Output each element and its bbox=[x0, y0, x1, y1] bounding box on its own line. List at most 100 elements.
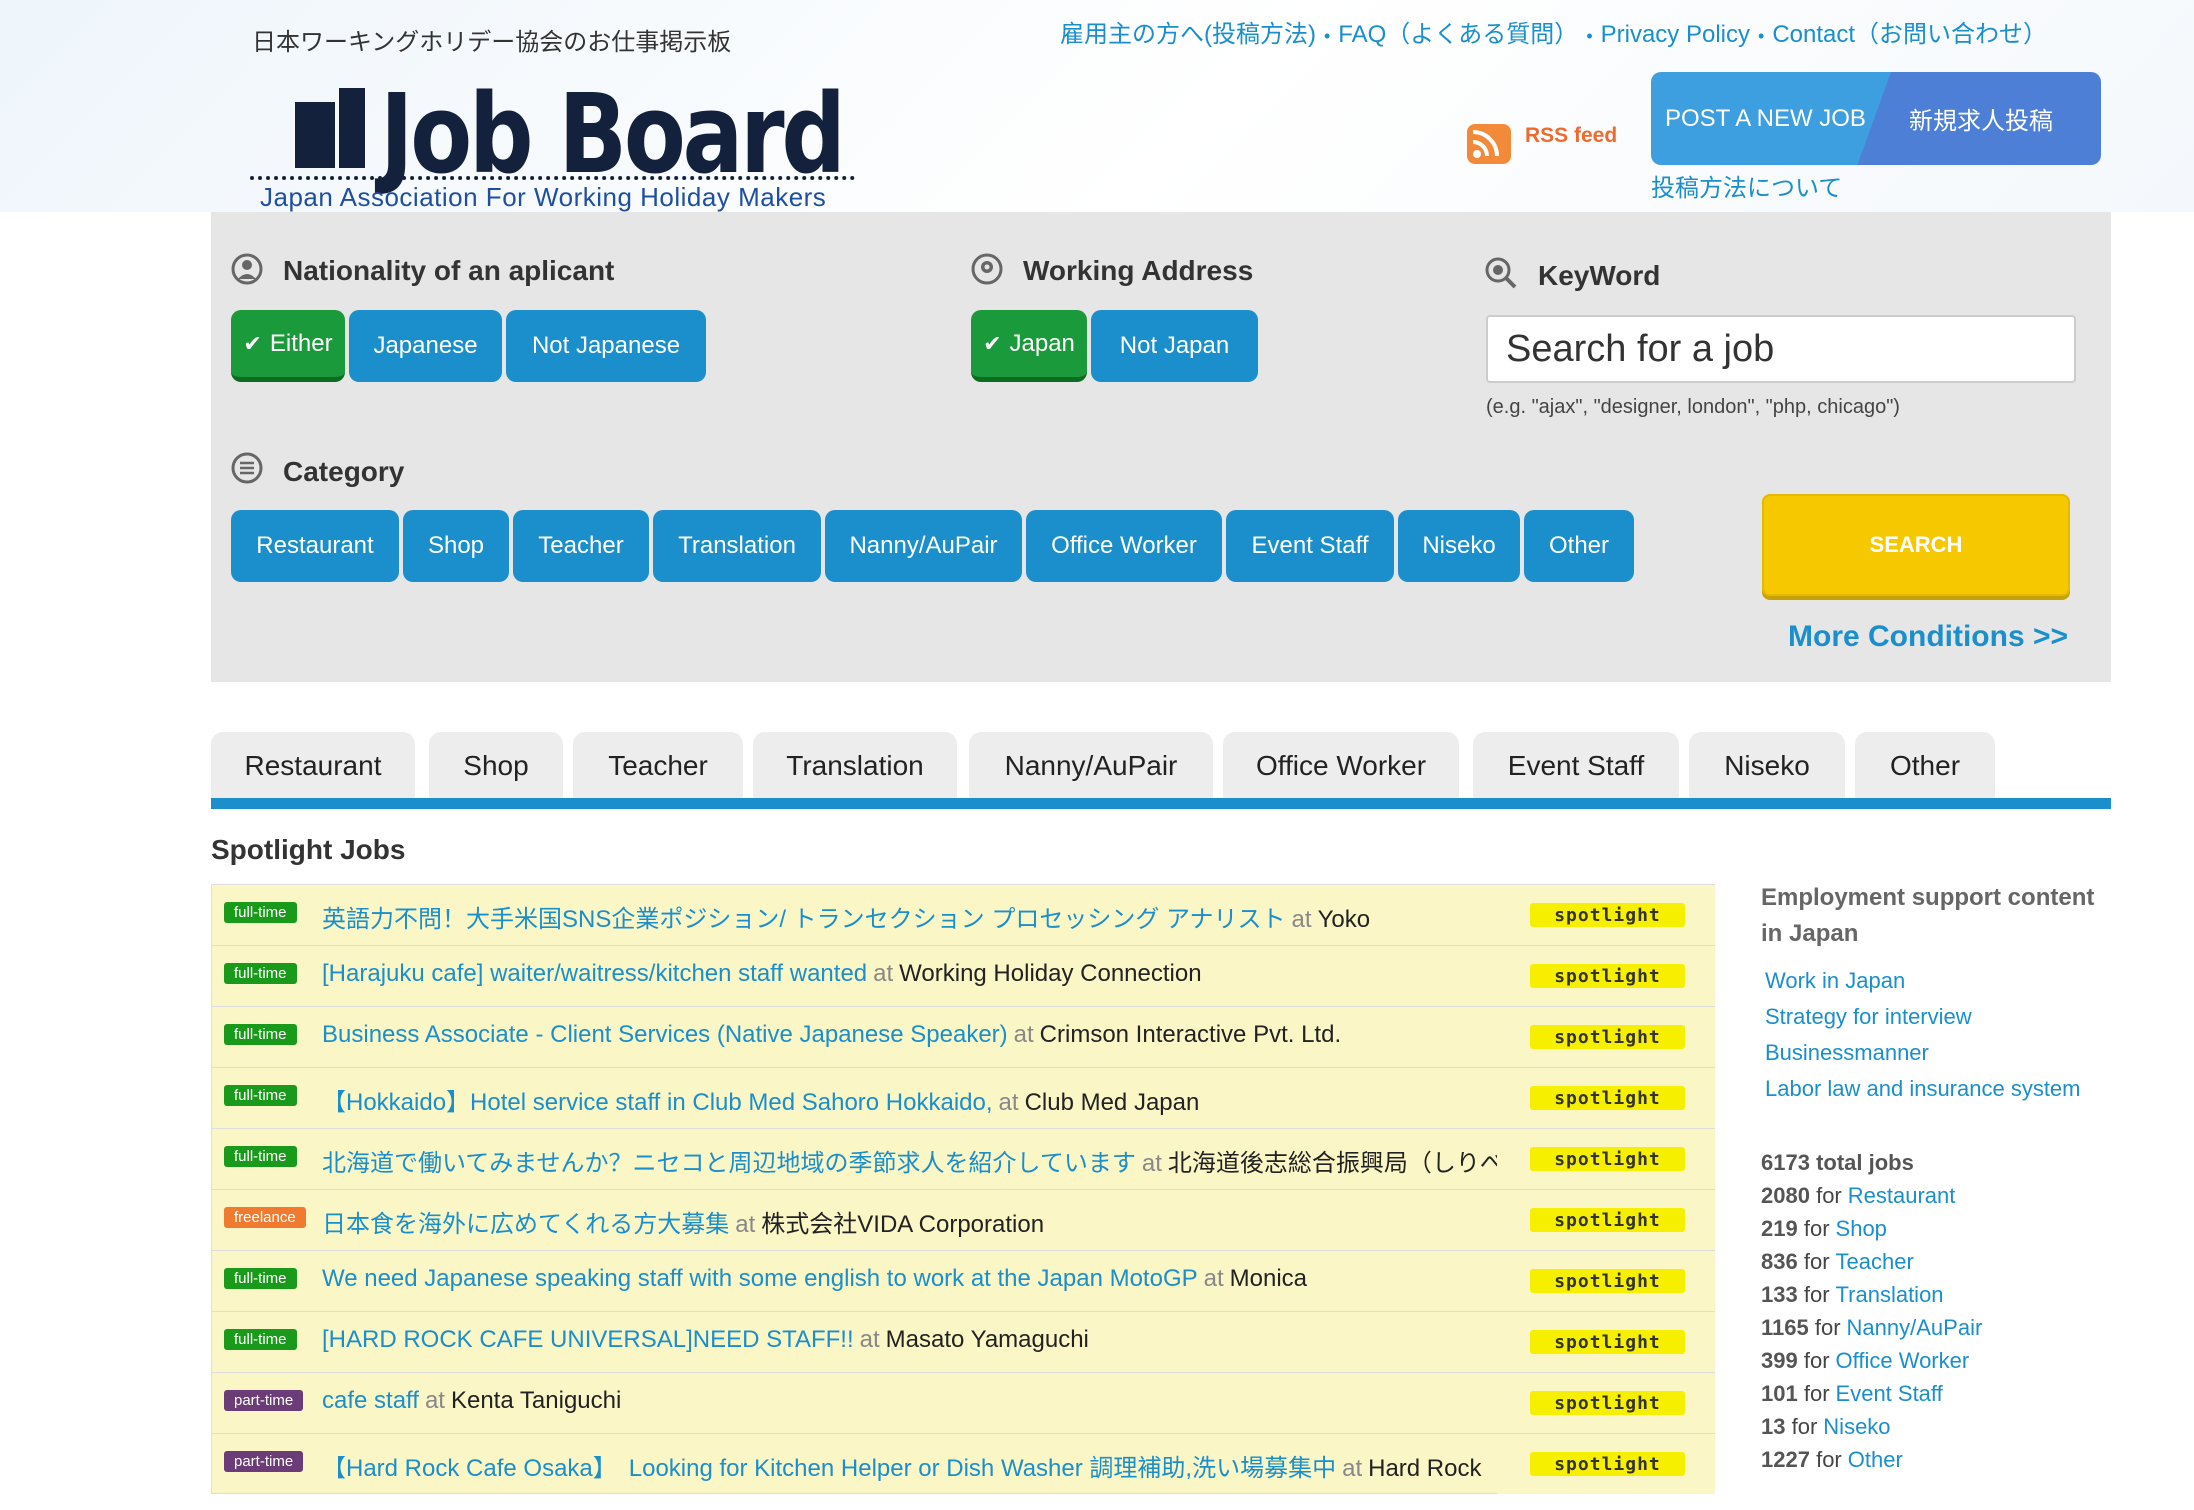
count-category-link[interactable]: Event Staff bbox=[1836, 1381, 1943, 1406]
howto-link[interactable]: 投稿方法について bbox=[1651, 168, 1842, 203]
job-title-link[interactable]: [HARD ROCK CAFE UNIVERSAL]NEED STAFF!! bbox=[322, 1326, 854, 1353]
count-value: 133 bbox=[1761, 1282, 1798, 1307]
nationality-either-button[interactable]: ✔ Either bbox=[231, 310, 345, 382]
count-category-link[interactable]: Nanny/AuPair bbox=[1847, 1315, 1983, 1340]
category-office-worker-button[interactable]: Office Worker bbox=[1026, 510, 1222, 582]
count-value: 1227 bbox=[1761, 1447, 1810, 1472]
count-category-link[interactable]: Niseko bbox=[1823, 1414, 1890, 1439]
nationality-title: Nationality of an aplicant bbox=[283, 255, 615, 286]
site-logo[interactable]: Job Board Japan Association For Working … bbox=[250, 70, 855, 213]
tab-other[interactable]: Other bbox=[1855, 732, 1995, 800]
location-pin-icon bbox=[971, 253, 1003, 285]
more-conditions-link[interactable]: More Conditions >> bbox=[1788, 620, 2068, 654]
spotlight-badge: spotlight bbox=[1530, 903, 1685, 927]
count-category-link[interactable]: Office Worker bbox=[1836, 1348, 1970, 1373]
count-value: 2080 bbox=[1761, 1183, 1810, 1208]
sidebar-link-businessmanner[interactable]: Businessmanner bbox=[1765, 1035, 2081, 1071]
tab-restaurant[interactable]: Restaurant bbox=[211, 732, 415, 800]
count-row: 13 for Niseko bbox=[1761, 1410, 1982, 1443]
faq-link[interactable]: FAQ（よくある質問） bbox=[1338, 21, 1578, 48]
at-label: at bbox=[859, 1326, 880, 1353]
job-title-link[interactable]: We need Japanese speaking staff with som… bbox=[322, 1265, 1198, 1292]
for-label: for bbox=[1803, 1216, 1830, 1241]
count-row: 2080 for Restaurant bbox=[1761, 1179, 1982, 1212]
job-title-link[interactable]: 日本食を海外に広めてくれる方大募集 bbox=[322, 1211, 729, 1238]
spotlight-title: Spotlight Jobs bbox=[211, 834, 406, 865]
job-company: Monica bbox=[1229, 1265, 1308, 1292]
count-row: 219 for Shop bbox=[1761, 1212, 1982, 1245]
category-event-staff-button[interactable]: Event Staff bbox=[1226, 510, 1394, 582]
tab-shop[interactable]: Shop bbox=[429, 732, 563, 800]
job-row: full-time 北海道で働いてみませんか？ニセコと周辺地域の季節求人を紹介し… bbox=[211, 1128, 1715, 1189]
category-niseko-button[interactable]: Niseko bbox=[1398, 510, 1520, 582]
job-type-badge: full-time bbox=[224, 1268, 297, 1289]
tab-office-worker[interactable]: Office Worker bbox=[1223, 732, 1459, 800]
sidebar-link-labor-law[interactable]: Labor law and insurance system bbox=[1765, 1071, 2081, 1107]
job-title-link[interactable]: 北海道で働いてみませんか？ニセコと周辺地域の季節求人を紹介しています bbox=[322, 1150, 1136, 1177]
job-title-link[interactable]: [Harajuku cafe] waiter/waitress/kitchen … bbox=[322, 960, 867, 987]
logo-divider bbox=[250, 176, 855, 180]
count-row: 836 for Teacher bbox=[1761, 1245, 1982, 1278]
count-row: 133 for Translation bbox=[1761, 1278, 1982, 1311]
contact-link[interactable]: Contact（お問い合わせ） bbox=[1772, 21, 2047, 48]
rss-feed-link[interactable]: RSS feed bbox=[1465, 118, 1617, 168]
job-company: Hard Rock bbox=[1368, 1455, 1482, 1482]
sidebar-link-interview[interactable]: Strategy for interview bbox=[1765, 999, 2081, 1035]
check-icon: ✔ bbox=[243, 330, 262, 356]
address-japan-button[interactable]: ✔ Japan bbox=[971, 310, 1087, 382]
job-company: Yoko bbox=[1317, 906, 1371, 933]
job-row: freelance 日本食を海外に広めてくれる方大募集 at 株式会社VIDA Co… bbox=[211, 1189, 1715, 1250]
privacy-link[interactable]: Privacy Policy bbox=[1601, 21, 1750, 48]
job-title-link[interactable]: 英語力不問！大手米国SNS企業ポジション/ トランセクション プロセッシング ア… bbox=[322, 906, 1286, 933]
job-title-link[interactable]: Business Associate - Client Services (Na… bbox=[322, 1021, 1008, 1048]
spotlight-list: full-time 英語力不問！大手米国SNS企業ポジション/ トランセクション… bbox=[211, 884, 1715, 1494]
option-label: Japan bbox=[1009, 329, 1075, 357]
category-other-button[interactable]: Other bbox=[1524, 510, 1634, 582]
count-value: 219 bbox=[1761, 1216, 1798, 1241]
job-title-link[interactable]: 【Hokkaido】Hotel service staff in Club Me… bbox=[322, 1089, 993, 1116]
count-category-link[interactable]: Restaurant bbox=[1848, 1183, 1956, 1208]
category-teacher-button[interactable]: Teacher bbox=[513, 510, 649, 582]
for-label: for bbox=[1803, 1381, 1830, 1406]
category-restaurant-button[interactable]: Restaurant bbox=[231, 510, 399, 582]
count-row: 399 for Office Worker bbox=[1761, 1344, 1982, 1377]
tab-teacher[interactable]: Teacher bbox=[573, 732, 743, 800]
count-category-link[interactable]: Other bbox=[1848, 1447, 1903, 1472]
at-label: at bbox=[998, 1089, 1019, 1116]
keyword-search-input[interactable]: Search for a job bbox=[1486, 315, 2076, 383]
post-new-job-button[interactable]: POST A NEW JOB 新規求人投稿 bbox=[1651, 72, 2101, 165]
address-not-japan-button[interactable]: Not Japan bbox=[1091, 310, 1258, 382]
count-category-link[interactable]: Translation bbox=[1836, 1282, 1944, 1307]
count-category-link[interactable]: Teacher bbox=[1836, 1249, 1914, 1274]
check-icon: ✔ bbox=[983, 330, 1002, 356]
job-type-badge: part-time bbox=[224, 1390, 304, 1411]
job-row: full-time Business Associate - Client Se… bbox=[211, 1006, 1715, 1067]
tab-translation[interactable]: Translation bbox=[753, 732, 957, 800]
nationality-japanese-button[interactable]: Japanese bbox=[349, 310, 502, 382]
nationality-not-japanese-button[interactable]: Not Japanese bbox=[506, 310, 706, 382]
count-value: 399 bbox=[1761, 1348, 1798, 1373]
job-type-badge: full-time bbox=[224, 1329, 297, 1350]
category-title: Category bbox=[283, 456, 405, 487]
search-button[interactable]: SEARCH bbox=[1762, 494, 2070, 596]
person-icon bbox=[231, 253, 263, 285]
at-label: at bbox=[873, 960, 894, 987]
sidebar-link-work-in-japan[interactable]: Work in Japan bbox=[1765, 963, 2081, 999]
separator: • bbox=[1758, 26, 1765, 46]
category-nanny-button[interactable]: Nanny/AuPair bbox=[825, 510, 1022, 582]
job-title-link[interactable]: 【Hard Rock Cafe Osaka】 Looking for Kitch… bbox=[322, 1455, 1336, 1482]
job-row: part-time cafe staff at Kenta Taniguchi sp… bbox=[211, 1372, 1715, 1433]
category-shop-button[interactable]: Shop bbox=[403, 510, 509, 582]
at-label: at bbox=[1291, 906, 1312, 933]
tab-event-staff[interactable]: Event Staff bbox=[1473, 732, 1679, 800]
for-label: for bbox=[1791, 1414, 1818, 1439]
tab-nanny[interactable]: Nanny/AuPair bbox=[969, 732, 1213, 800]
employer-link[interactable]: 雇用主の方へ(投稿方法) bbox=[1060, 21, 1316, 48]
job-title-link[interactable]: cafe staff bbox=[322, 1387, 419, 1414]
count-value: 1165 bbox=[1761, 1315, 1809, 1340]
post-job-en-label: POST A NEW JOB bbox=[1651, 72, 1891, 165]
count-category-link[interactable]: Shop bbox=[1836, 1216, 1887, 1241]
total-label: total jobs bbox=[1816, 1150, 1914, 1175]
category-translation-button[interactable]: Translation bbox=[653, 510, 821, 582]
tab-niseko[interactable]: Niseko bbox=[1689, 732, 1845, 800]
